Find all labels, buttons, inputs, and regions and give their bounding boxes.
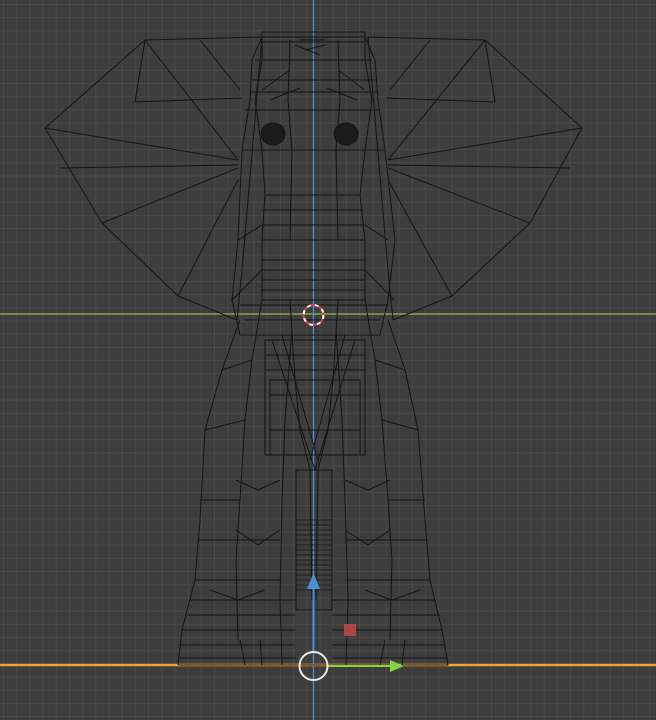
gizmo-center-handle[interactable]: [298, 651, 329, 681]
3d-viewport[interactable]: [0, 0, 656, 720]
3d-cursor[interactable]: [302, 304, 325, 326]
transform-gizmo[interactable]: [0, 0, 656, 720]
plane-handle[interactable]: [344, 624, 356, 636]
x-arrow-handle[interactable]: [327, 660, 404, 672]
z-arrow-handle[interactable]: [307, 573, 320, 652]
